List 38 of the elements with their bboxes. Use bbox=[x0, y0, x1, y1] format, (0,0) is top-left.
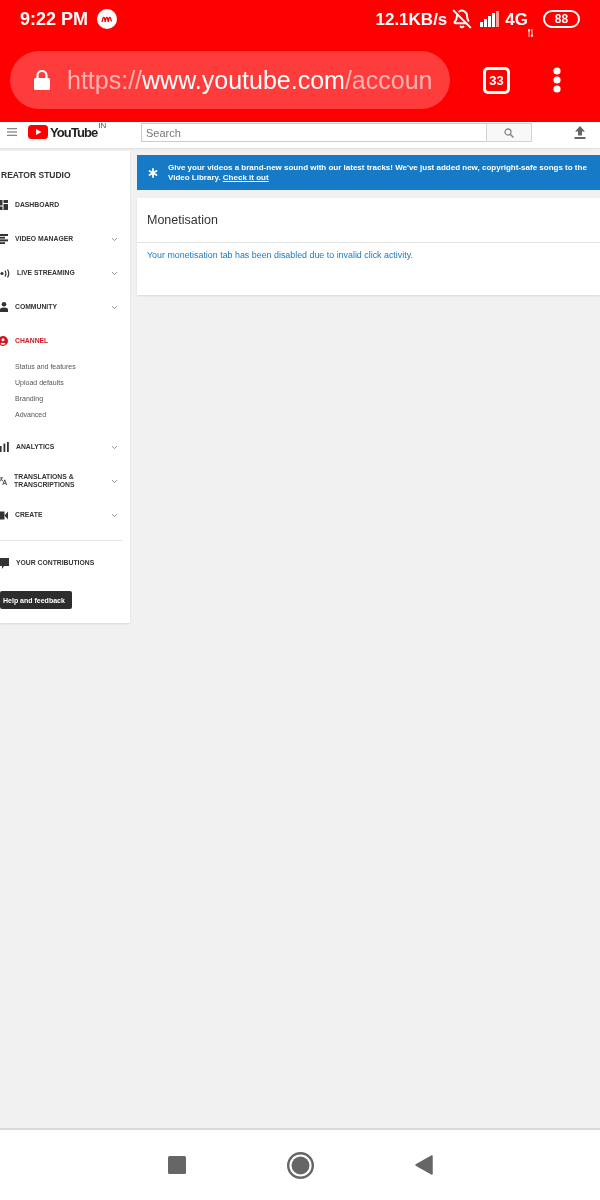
url-text: https://www.youtube.com/accoun bbox=[67, 67, 433, 93]
ring-icon[interactable] bbox=[286, 1151, 314, 1179]
bell-off-icon bbox=[452, 9, 473, 29]
lock-icon bbox=[34, 70, 50, 90]
broadcast-icon bbox=[0, 268, 10, 278]
card-title: Monetisation bbox=[147, 213, 218, 227]
translate-box-icon bbox=[0, 557, 9, 569]
search-icon bbox=[504, 127, 514, 138]
signal-icon bbox=[480, 11, 501, 27]
square-icon[interactable] bbox=[167, 1156, 186, 1174]
bar-chart-icon bbox=[0, 442, 9, 452]
triangle-left-icon[interactable] bbox=[414, 1155, 433, 1175]
translate-icon bbox=[0, 476, 8, 486]
play-logo-icon bbox=[28, 125, 48, 139]
announcement-text: Give your videos a brand-new sound with our latest tracks! We've just added new, copyright-safe songs to the Video Library. Check it out bbox=[168, 163, 588, 182]
more-menu-icon[interactable] bbox=[553, 67, 561, 93]
address-bar[interactable]: https://www.youtube.com/accoun bbox=[10, 51, 450, 109]
stacked-bars-icon bbox=[0, 234, 8, 244]
sidebar-title: REATOR STUDIO bbox=[1, 169, 71, 181]
dashboard-grid-icon bbox=[0, 200, 8, 210]
network-speed: 12.1KB/s bbox=[375, 10, 448, 28]
logo-link[interactable]: YouTube bbox=[28, 125, 98, 139]
check-it-out-link[interactable]: Check it out bbox=[222, 172, 269, 182]
clock-time: 9:22 PM bbox=[20, 10, 89, 28]
battery-level: 88 bbox=[543, 10, 580, 28]
country-code: IN bbox=[98, 122, 107, 130]
video-camera-icon bbox=[0, 510, 8, 520]
menu-icon[interactable] bbox=[7, 128, 17, 136]
network-type: 4G bbox=[505, 10, 528, 28]
tab-count-button[interactable]: 33 bbox=[483, 66, 510, 94]
upload-icon[interactable] bbox=[574, 125, 586, 139]
search-button[interactable] bbox=[486, 123, 532, 142]
status-message: Your monetisation tab has been disabled due to invalid click activity. bbox=[147, 250, 413, 260]
search-field[interactable]: Search bbox=[141, 123, 486, 142]
app-logo-icon bbox=[97, 9, 118, 29]
data-arrows-icon bbox=[528, 29, 533, 37]
asterisk-icon bbox=[148, 167, 158, 178]
person-icon bbox=[0, 302, 8, 312]
